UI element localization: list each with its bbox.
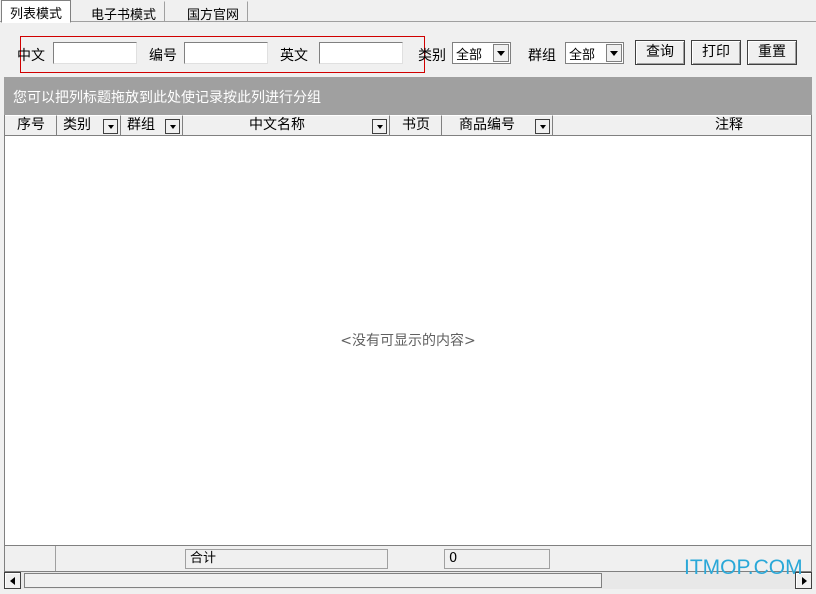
tab-ebook-mode[interactable]: 电子书模式 xyxy=(82,1,166,23)
total-label: 合计 xyxy=(190,551,217,566)
watermark-logo: ITMOP.COM xyxy=(684,556,803,579)
chinese-label: 中文 xyxy=(17,48,45,64)
group-label: 群组 xyxy=(528,48,556,64)
print-button[interactable]: 打印 xyxy=(691,40,741,65)
tab-list-mode[interactable]: 列表模式 xyxy=(1,0,72,23)
tab-label: 列表模式 xyxy=(10,7,63,22)
reset-button[interactable]: 重置 xyxy=(747,40,797,65)
english-label: 英文 xyxy=(280,48,308,64)
total-value-cell: 0 xyxy=(444,549,550,569)
column-header-notes[interactable]: 注释 xyxy=(553,115,811,136)
filter-dropdown-icon[interactable] xyxy=(103,119,118,134)
tab-official-site[interactable]: 国方官网 xyxy=(178,1,249,23)
column-header-label: 书页 xyxy=(402,117,430,133)
filter-dropdown-icon[interactable] xyxy=(165,119,180,134)
english-input[interactable] xyxy=(319,42,403,64)
category-select[interactable]: 全部 xyxy=(452,42,511,64)
empty-message: <没有可显示的内容> xyxy=(340,333,476,349)
arrow-left-icon xyxy=(10,577,15,585)
category-select-value: 全部 xyxy=(456,48,483,63)
chinese-input[interactable] xyxy=(53,42,137,64)
chevron-down-icon[interactable] xyxy=(606,44,622,62)
column-header-label: 类别 xyxy=(63,117,91,133)
category-label: 类别 xyxy=(418,48,446,64)
tab-label: 电子书模式 xyxy=(91,8,157,23)
group-select-value: 全部 xyxy=(569,48,596,63)
column-header-seq[interactable]: 序号 xyxy=(5,115,57,136)
column-header-chinese-name[interactable]: 中文名称 xyxy=(183,115,390,136)
group-select[interactable]: 全部 xyxy=(565,42,624,64)
arrow-right-icon xyxy=(802,577,807,585)
group-by-hint: 您可以把列标题拖放到此处使记录按此列进行分组 xyxy=(13,90,321,106)
filter-dropdown-icon[interactable] xyxy=(535,119,550,134)
column-header-product-number[interactable]: 商品编号 xyxy=(442,115,553,136)
column-header-label: 群组 xyxy=(127,117,155,133)
column-header-group[interactable]: 群组 xyxy=(121,115,183,136)
footer-divider xyxy=(55,546,56,571)
number-label: 编号 xyxy=(149,48,177,64)
data-grid[interactable]: 序号 类别 群组 中文名称 书页 商品编号 注释 <没有可显示的内容> xyxy=(4,115,812,545)
total-label-cell: 合计 xyxy=(185,549,388,569)
query-button[interactable]: 查询 xyxy=(635,40,685,65)
column-header-label: 序号 xyxy=(17,117,45,133)
column-header-label: 中文名称 xyxy=(249,117,305,133)
group-by-panel[interactable]: 您可以把列标题拖放到此处使记录按此列进行分组 xyxy=(4,77,812,115)
column-header-label: 注释 xyxy=(715,117,743,133)
filter-dropdown-icon[interactable] xyxy=(372,119,387,134)
chevron-down-icon[interactable] xyxy=(493,44,509,62)
tab-label: 国方官网 xyxy=(187,8,240,23)
scroll-thumb[interactable] xyxy=(24,573,602,588)
number-input[interactable] xyxy=(184,42,268,64)
column-header-page[interactable]: 书页 xyxy=(390,115,442,136)
column-header-category[interactable]: 类别 xyxy=(57,115,121,136)
tab-bar: 列表模式 电子书模式 国方官网 xyxy=(0,0,816,23)
column-header-label: 商品编号 xyxy=(459,117,515,133)
scroll-left-button[interactable] xyxy=(4,572,21,589)
total-value: 0 xyxy=(449,551,458,566)
